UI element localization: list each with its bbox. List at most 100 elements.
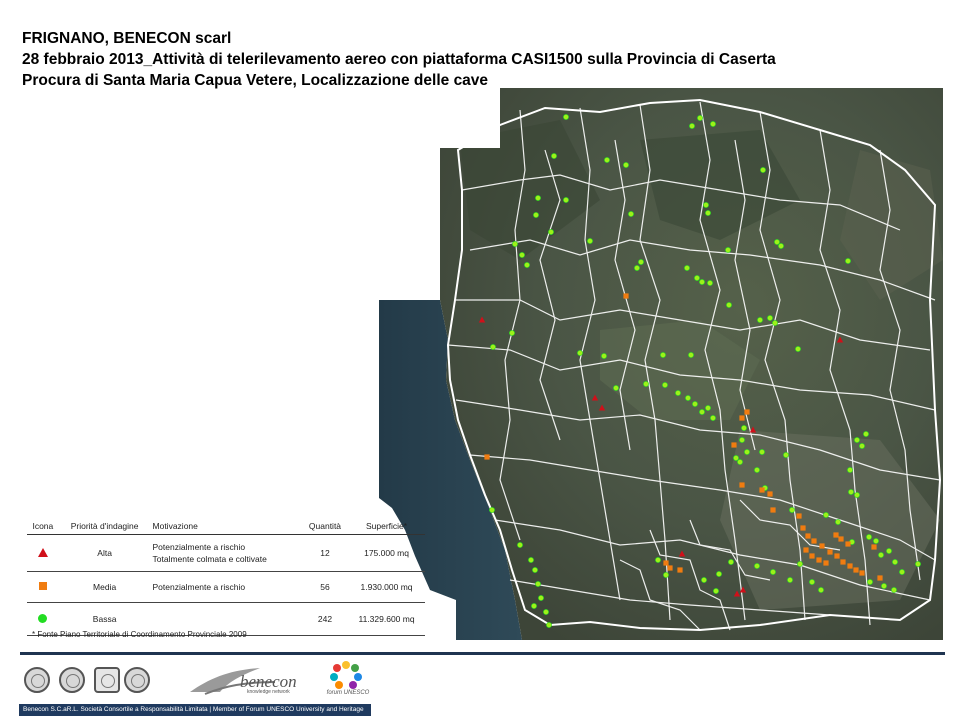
legend-header-priority: Priorità d'indagine <box>58 518 151 535</box>
low-priority-quarry-marker <box>699 409 705 415</box>
low-priority-quarry-marker <box>634 265 640 271</box>
medium-priority-quarry-marker <box>739 415 745 421</box>
legend-quantity: 56 <box>301 571 349 603</box>
university-seal-icon <box>24 667 50 693</box>
title-line-2: 28 febbraio 2013_Attività di telerilevam… <box>22 51 776 68</box>
medium-priority-quarry-marker <box>759 487 765 493</box>
low-priority-quarry-marker <box>866 534 872 540</box>
legend-row-high: Alta Potenzialmente a rischio Totalmente… <box>27 534 425 572</box>
low-priority-quarry-marker <box>689 123 695 129</box>
legend-surface: 175.000 mq <box>348 534 425 572</box>
medium-priority-quarry-marker <box>809 553 815 559</box>
low-priority-quarry-marker <box>532 567 538 573</box>
low-priority-quarry-marker <box>675 390 681 396</box>
low-priority-quarry-marker <box>662 382 668 388</box>
low-priority-quarry-marker <box>886 548 892 554</box>
footer-divider <box>20 652 945 655</box>
low-priority-quarry-marker <box>546 622 552 628</box>
low-priority-quarry-marker <box>772 320 778 326</box>
low-priority-quarry-marker <box>517 542 523 548</box>
medium-priority-quarry-marker <box>663 560 669 566</box>
low-priority-quarry-marker <box>854 492 860 498</box>
low-priority-quarry-marker <box>795 346 801 352</box>
low-priority-quarry-marker <box>847 467 853 473</box>
low-priority-quarry-marker <box>519 252 525 258</box>
low-priority-quarry-marker <box>759 449 765 455</box>
legend-quantity: 242 <box>301 602 349 636</box>
legend-surface: 11.329.600 mq <box>348 602 425 636</box>
low-priority-quarry-marker <box>694 275 700 281</box>
medium-priority-quarry-marker <box>767 491 773 497</box>
slide-title: FRIGNANO, BENECON scarl 28 febbraio 2013… <box>22 28 922 91</box>
low-priority-quarry-marker <box>737 459 743 465</box>
low-priority-quarry-marker <box>770 569 776 575</box>
low-priority-quarry-marker <box>613 385 619 391</box>
low-priority-quarry-marker <box>757 317 763 323</box>
medium-priority-quarry-marker <box>859 570 865 576</box>
title-line-1: FRIGNANO, BENECON scarl <box>22 30 232 47</box>
legend-priority: Media <box>58 571 151 603</box>
low-priority-quarry-marker <box>744 449 750 455</box>
low-priority-quarry-marker <box>577 350 583 356</box>
medium-priority-quarry-marker <box>838 536 844 542</box>
legend-quantity: 12 <box>301 534 349 572</box>
medium-priority-quarry-marker <box>805 533 811 539</box>
medium-priority-quarry-marker <box>623 293 629 299</box>
medium-priority-quarry-marker <box>853 567 859 573</box>
low-priority-quarry-marker <box>663 572 669 578</box>
low-priority-quarry-marker <box>699 279 705 285</box>
low-priority-quarry-marker <box>873 538 879 544</box>
medium-priority-quarry-marker <box>823 560 829 566</box>
legend-header-motivation: Motivazione <box>150 518 302 535</box>
legend-motivation: Potenzialmente a rischio <box>150 571 302 603</box>
low-priority-quarry-marker <box>548 229 554 235</box>
low-priority-quarry-marker <box>835 519 841 525</box>
low-priority-quarry-marker <box>489 507 495 513</box>
low-priority-quarry-marker <box>710 415 716 421</box>
medium-priority-quarry-marker <box>877 575 883 581</box>
low-priority-quarry-marker <box>533 212 539 218</box>
low-priority-quarry-marker <box>859 443 865 449</box>
medium-priority-quarry-marker <box>677 567 683 573</box>
low-priority-quarry-marker <box>688 352 694 358</box>
low-priority-quarry-marker <box>725 247 731 253</box>
low-priority-quarry-marker <box>726 302 732 308</box>
medium-priority-quarry-marker <box>819 543 825 549</box>
low-priority-quarry-marker <box>767 315 773 321</box>
legend-motivation: Potenzialmente a rischio Totalmente colm… <box>150 534 302 572</box>
title-line-3: Procura di Santa Maria Capua Vetere, Loc… <box>22 72 489 89</box>
low-priority-quarry-marker <box>628 211 634 217</box>
low-priority-quarry-marker <box>787 577 793 583</box>
legend-source-note: * Fonte Piano Territoriale di Coordiname… <box>32 630 247 639</box>
low-priority-quarry-marker <box>783 452 789 458</box>
low-priority-quarry-marker <box>818 587 824 593</box>
benecon-tagline: knowledge network <box>247 689 290 695</box>
legend-motivation-line: Potenzialmente a rischio <box>152 542 246 552</box>
low-priority-quarry-marker <box>754 467 760 473</box>
medium-priority-quarry-marker <box>744 409 750 415</box>
low-priority-quarry-marker <box>845 258 851 264</box>
low-priority-quarry-marker <box>867 579 873 585</box>
low-priority-quarry-marker <box>692 401 698 407</box>
low-priority-quarry-marker <box>739 437 745 443</box>
medium-priority-quarry-marker <box>667 565 673 571</box>
low-priority-quarry-marker <box>528 557 534 563</box>
low-priority-quarry-marker <box>778 243 784 249</box>
red-triangle-icon <box>27 534 59 572</box>
medium-priority-quarry-marker <box>834 553 840 559</box>
low-priority-quarry-marker <box>655 557 661 563</box>
low-priority-quarry-marker <box>685 395 691 401</box>
low-priority-quarry-marker <box>741 425 747 431</box>
low-priority-quarry-marker <box>754 563 760 569</box>
legend-surface: 1.930.000 mq <box>348 571 425 603</box>
medium-priority-quarry-marker <box>816 557 822 563</box>
low-priority-quarry-marker <box>490 344 496 350</box>
medium-priority-quarry-marker <box>845 541 851 547</box>
university-seal-icon <box>124 667 150 693</box>
low-priority-quarry-marker <box>601 353 607 359</box>
low-priority-quarry-marker <box>512 241 518 247</box>
medium-priority-quarry-marker <box>827 549 833 555</box>
legend-header-icon: Icona <box>27 518 59 535</box>
low-priority-quarry-marker <box>563 197 569 203</box>
low-priority-quarry-marker <box>728 559 734 565</box>
